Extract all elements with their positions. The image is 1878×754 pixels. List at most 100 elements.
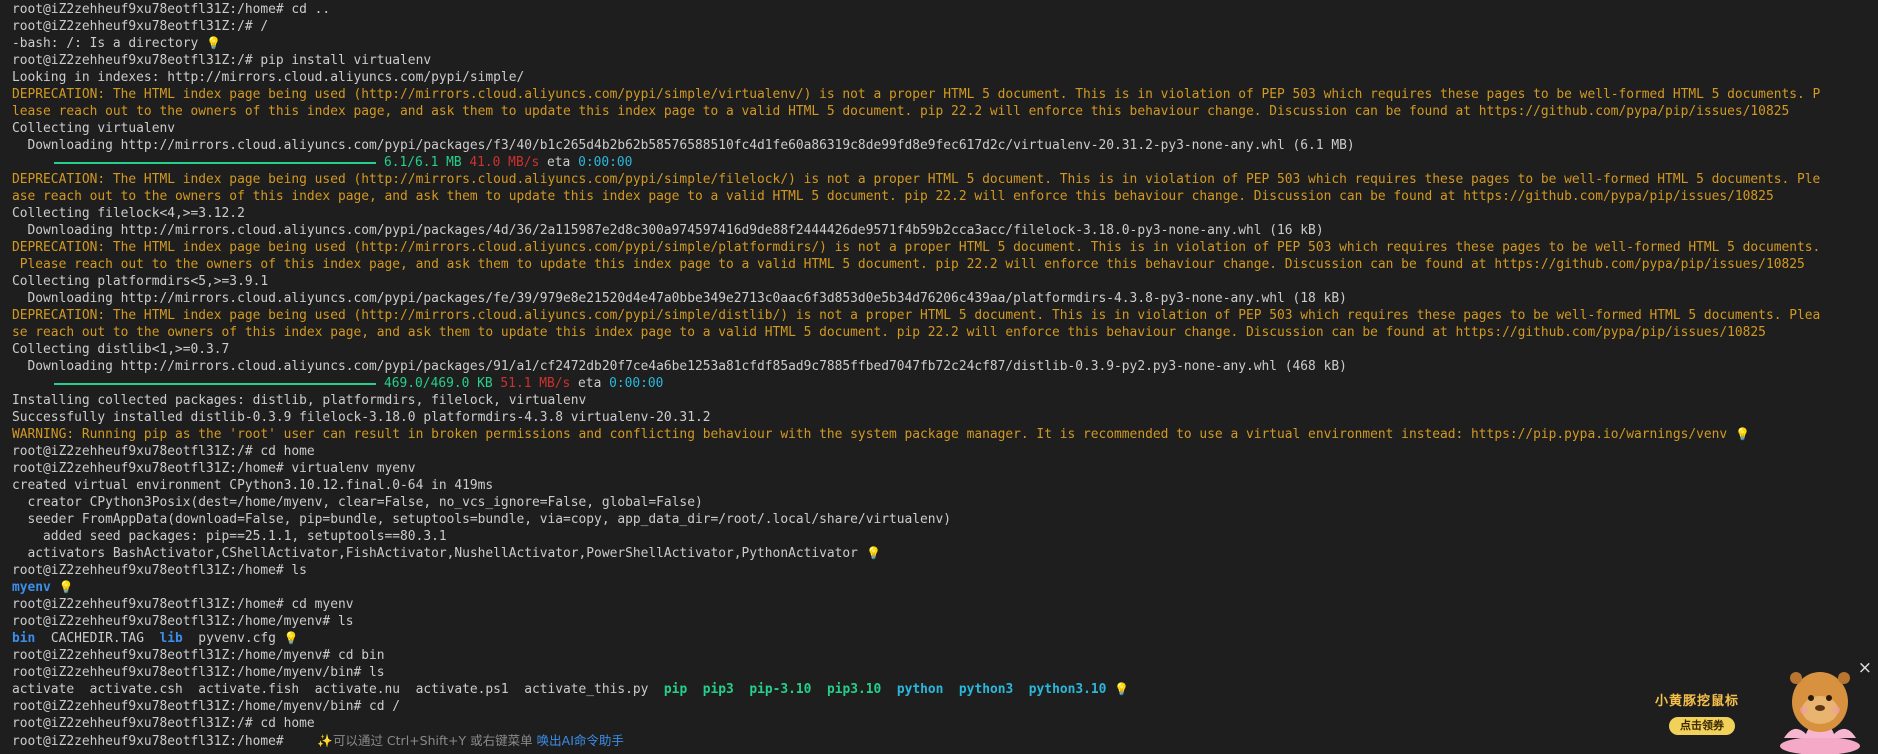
terminal-line: ase reach out to the owners of this inde… xyxy=(12,188,1866,205)
terminal-line: root@iZ2zehheuf9xu78eotfl31Z:/home/myenv… xyxy=(12,613,1866,630)
output-text: added seed packages: pip==25.1.1, setupt… xyxy=(12,529,447,544)
terminal-line: created virtual environment CPython3.10.… xyxy=(12,477,1866,494)
promo-title: 小黄豚挖鼠标 xyxy=(1655,694,1740,709)
download-speed: 41.0 MB/s xyxy=(469,155,540,170)
symlink-entry: python xyxy=(896,682,944,697)
output-text: root@iZ2zehheuf9xu78eotfl31Z:/home# xyxy=(12,734,292,749)
directory-entry: bin xyxy=(12,631,36,646)
ai-assistant-link[interactable]: 唤出AI命令助手 xyxy=(537,733,624,748)
download-size: 6.1/6.1 MB xyxy=(384,155,462,170)
output-text: Downloading http://mirrors.cloud.aliyunc… xyxy=(12,291,1347,306)
output-text: CACHEDIR.TAG xyxy=(35,631,160,646)
symlink-entry: python3 xyxy=(958,682,1014,697)
lightbulb-icon[interactable]: 💡 xyxy=(59,580,74,594)
warning-text: DEPRECATION: The HTML index page being u… xyxy=(12,308,1821,323)
output-text: seeder FromAppData(download=False, pip=b… xyxy=(12,512,952,527)
progress-bar xyxy=(54,161,376,164)
output-text: Downloading http://mirrors.cloud.aliyunc… xyxy=(12,223,1324,238)
terminal-line: 6.1/6.1 MB 41.0 MB/s eta 0:00:00 xyxy=(12,154,1866,171)
terminal-line: root@iZ2zehheuf9xu78eotfl31Z:/home# ✨可以通… xyxy=(12,732,1866,749)
terminal-line: root@iZ2zehheuf9xu78eotfl31Z:/# cd home xyxy=(12,443,1866,460)
output-text: activators BashActivator,CShellActivator… xyxy=(12,546,858,561)
terminal-line: root@iZ2zehheuf9xu78eotfl31Z:/# cd home xyxy=(12,715,1866,732)
terminal-line: Looking in indexes: http://mirrors.cloud… xyxy=(12,69,1866,86)
terminal-line: se reach out to the owners of this index… xyxy=(12,324,1866,341)
terminal-line: DEPRECATION: The HTML index page being u… xyxy=(12,86,1866,103)
progress-bar xyxy=(54,382,376,385)
terminal-line: Collecting platformdirs<5,>=3.9.1 xyxy=(12,273,1866,290)
terminal-line: Downloading http://mirrors.cloud.aliyunc… xyxy=(12,137,1866,154)
output-text: root@iZ2zehheuf9xu78eotfl31Z:/# pip inst… xyxy=(12,53,432,68)
lightbulb-icon[interactable]: 💡 xyxy=(206,36,221,50)
terminal-line: Successfully installed distlib-0.3.9 fil… xyxy=(12,409,1866,426)
executable-entry: pip-3.10 xyxy=(749,682,812,697)
terminal-line: Collecting filelock<4,>=3.12.2 xyxy=(12,205,1866,222)
terminal-line: Downloading http://mirrors.cloud.aliyunc… xyxy=(12,222,1866,239)
terminal-line: root@iZ2zehheuf9xu78eotfl31Z:/home# cd m… xyxy=(12,596,1866,613)
promo-claim-button[interactable]: 点击领券 xyxy=(1669,717,1735,735)
output-text: root@iZ2zehheuf9xu78eotfl31Z:/home# cd .… xyxy=(12,2,331,17)
output-text: -bash: /: Is a directory xyxy=(12,36,199,51)
lightbulb-icon[interactable]: 💡 xyxy=(284,631,299,645)
terminal-line: seeder FromAppData(download=False, pip=b… xyxy=(12,511,1866,528)
output-text: Collecting filelock<4,>=3.12.2 xyxy=(12,206,245,221)
terminal-line: root@iZ2zehheuf9xu78eotfl31Z:/home/myenv… xyxy=(12,698,1866,715)
warning-text: DEPRECATION: The HTML index page being u… xyxy=(12,87,1821,102)
terminal-line: WARNING: Running pip as the 'root' user … xyxy=(12,426,1866,443)
output-text: root@iZ2zehheuf9xu78eotfl31Z:/home# virt… xyxy=(12,461,416,476)
executable-entry: pip3 xyxy=(702,682,734,697)
terminal-line: 469.0/469.0 KB 51.1 MB/s eta 0:00:00 xyxy=(12,375,1866,392)
eta-label: eta xyxy=(578,376,602,391)
output-text: creator CPython3Posix(dest=/home/myenv, … xyxy=(12,495,703,510)
terminal-line: root@iZ2zehheuf9xu78eotfl31Z:/home# ls xyxy=(12,562,1866,579)
terminal-line: Collecting virtualenv xyxy=(12,120,1866,137)
output-text: root@iZ2zehheuf9xu78eotfl31Z:/# / xyxy=(12,19,269,34)
output-text: root@iZ2zehheuf9xu78eotfl31Z:/home/myenv… xyxy=(12,699,401,714)
terminal-line: Please reach out to the owners of this i… xyxy=(12,256,1866,273)
warning-text: WARNING: Running pip as the 'root' user … xyxy=(12,427,1728,442)
output-text: Installing collected packages: distlib, … xyxy=(12,393,587,408)
terminal-line: Downloading http://mirrors.cloud.aliyunc… xyxy=(12,358,1866,375)
terminal-line: DEPRECATION: The HTML index page being u… xyxy=(12,307,1866,324)
executable-entry: pip3.10 xyxy=(826,682,882,697)
terminal-line: -bash: /: Is a directory 💡 xyxy=(12,35,1866,52)
output-text: Collecting distlib<1,>=0.3.7 xyxy=(12,342,230,357)
terminal-line: added seed packages: pip==25.1.1, setupt… xyxy=(12,528,1866,545)
lightbulb-icon[interactable]: 💡 xyxy=(1735,427,1750,441)
terminal-line: DEPRECATION: The HTML index page being u… xyxy=(12,239,1866,256)
terminal-line: root@iZ2zehheuf9xu78eotfl31Z:/home# virt… xyxy=(12,460,1866,477)
terminal-line: root@iZ2zehheuf9xu78eotfl31Z:/home# cd .… xyxy=(12,1,1866,18)
terminal-line: bin CACHEDIR.TAG lib pyvenv.cfg 💡 xyxy=(12,630,1866,647)
eta-label: eta xyxy=(547,155,571,170)
lightbulb-icon[interactable]: 💡 xyxy=(1114,682,1129,696)
output-text: Collecting virtualenv xyxy=(12,121,175,136)
terminal-output[interactable]: root@iZ2zehheuf9xu78eotfl31Z:/home# cd .… xyxy=(12,1,1866,749)
terminal-line: root@iZ2zehheuf9xu78eotfl31Z:/# pip inst… xyxy=(12,52,1866,69)
directory-entry: lib xyxy=(159,631,183,646)
terminal-line: lease reach out to the owners of this in… xyxy=(12,103,1866,120)
executable-entry: pip xyxy=(663,682,688,697)
output-text: created virtual environment CPython3.10.… xyxy=(12,478,494,493)
eta-time: 0:00:00 xyxy=(609,376,664,391)
ai-hint-text: ✨可以通过 Ctrl+Shift+Y 或右键菜单 xyxy=(317,733,533,748)
download-speed: 51.1 MB/s xyxy=(500,376,571,391)
lightbulb-icon[interactable]: 💡 xyxy=(866,546,881,560)
directory-entry: myenv xyxy=(12,580,51,595)
warning-text: se reach out to the owners of this index… xyxy=(12,325,1766,340)
output-text: root@iZ2zehheuf9xu78eotfl31Z:/# cd home xyxy=(12,444,315,459)
output-text: activate activate.csh activate.fish acti… xyxy=(12,682,664,697)
warning-text: DEPRECATION: The HTML index page being u… xyxy=(12,172,1821,187)
output-text: Successfully installed distlib-0.3.9 fil… xyxy=(12,410,711,425)
terminal-line: root@iZ2zehheuf9xu78eotfl31Z:/home/myenv… xyxy=(12,647,1866,664)
terminal-line: Installing collected packages: distlib, … xyxy=(12,392,1866,409)
terminal-line: creator CPython3Posix(dest=/home/myenv, … xyxy=(12,494,1866,511)
terminal-line: root@iZ2zehheuf9xu78eotfl31Z:/# / xyxy=(12,18,1866,35)
download-size: 469.0/469.0 KB xyxy=(384,376,493,391)
output-text: root@iZ2zehheuf9xu78eotfl31Z:/# cd home xyxy=(12,716,315,731)
